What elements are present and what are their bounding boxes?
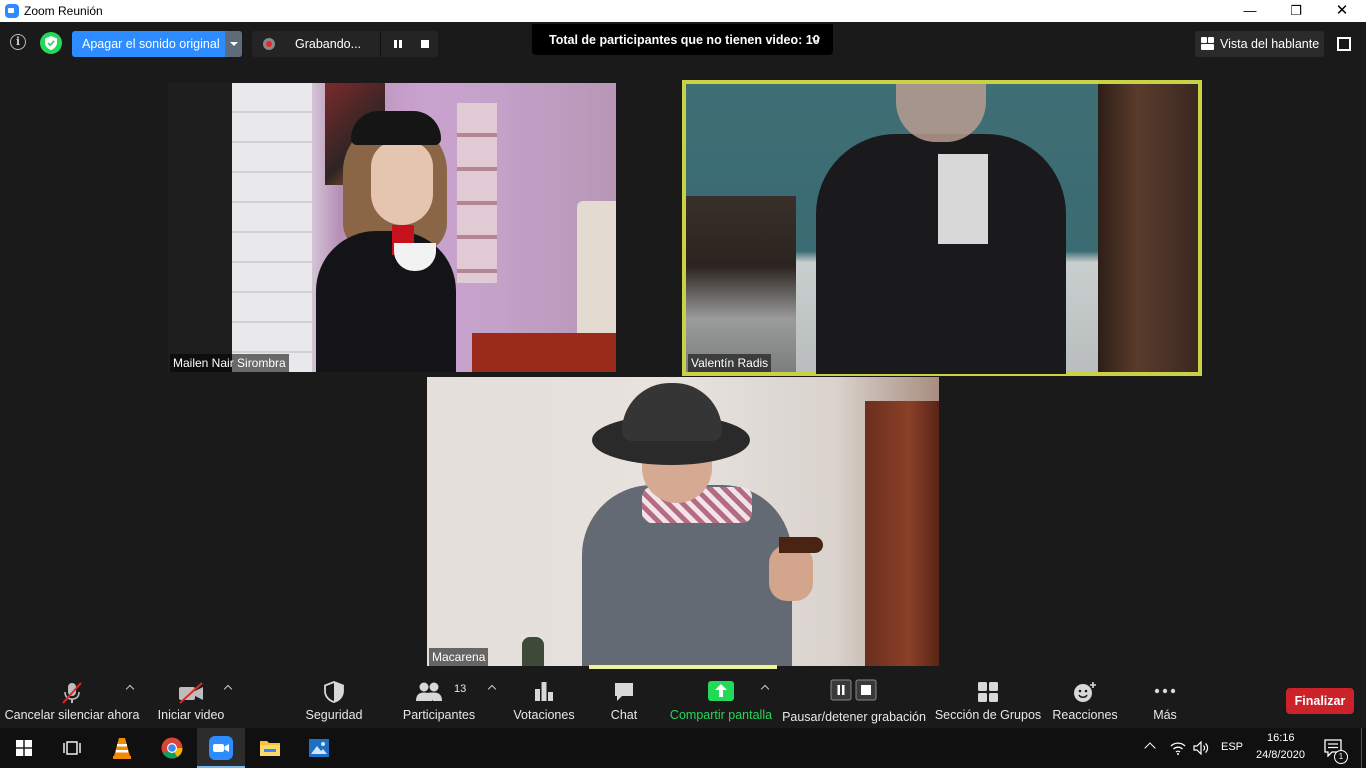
speaker-view-label: Vista del hablante	[1220, 37, 1320, 51]
windows-start-icon	[16, 740, 32, 756]
recording-divider	[380, 31, 381, 57]
recording-indicator: Grabando...	[252, 31, 438, 57]
participants-without-video-bar[interactable]: Total de participantes que no tienen vid…	[532, 24, 833, 55]
security-shield-icon	[324, 681, 344, 703]
speaker-view-button[interactable]: Vista del hablante	[1195, 31, 1324, 57]
breakout-rooms-icon	[978, 682, 998, 702]
video-tile-participant-1[interactable]: Mailen Nair Sirombra	[168, 83, 616, 372]
start-video-button[interactable]: Iniciar video	[150, 669, 232, 728]
pause-stop-recording-button[interactable]: Pausar/detener grabación	[782, 669, 926, 728]
share-screen-label: Compartir pantalla	[669, 708, 773, 722]
meeting-toolbar: Cancelar silenciar ahora Iniciar video S…	[0, 669, 1366, 728]
title-bar: Zoom Reunión — ❐ ✕	[0, 0, 1366, 22]
pause-recording-icon[interactable]	[394, 40, 403, 48]
chrome-taskbar-button[interactable]	[148, 728, 196, 768]
file-explorer-taskbar-button[interactable]	[246, 728, 294, 768]
wifi-icon[interactable]	[1170, 741, 1186, 755]
meeting-info-icon[interactable]: i	[10, 34, 26, 50]
participant-name-label: Macarena	[429, 648, 489, 666]
chat-label: Chat	[610, 708, 638, 722]
window-title: Zoom Reunión	[24, 4, 103, 18]
polls-button[interactable]: Votaciones	[510, 669, 578, 728]
share-screen-arrow-icon	[708, 681, 734, 701]
zoom-icon	[209, 736, 233, 760]
reactions-button[interactable]: Reacciones	[1048, 669, 1122, 728]
more-button[interactable]: Más	[1138, 669, 1192, 728]
participant-name-label: Mailen Nair Sirombra	[170, 354, 289, 372]
recording-label: Grabando...	[295, 37, 362, 51]
notifications-count-badge: 1	[1334, 750, 1348, 764]
show-hidden-icons-chevron-icon[interactable]	[1144, 742, 1156, 754]
more-dots-icon	[1154, 688, 1176, 694]
zoom-taskbar-button[interactable]	[197, 728, 245, 768]
participant-video-feed: Valentín Radis	[686, 84, 1198, 374]
pause-stop-recording-icon	[830, 679, 877, 701]
start-video-label: Iniciar video	[157, 708, 225, 722]
close-button[interactable]: ✕	[1319, 0, 1365, 22]
original-sound-button[interactable]: Apagar el sonido original	[72, 31, 242, 57]
participant-name-label: Valentín Radis	[688, 354, 772, 372]
input-language-indicator[interactable]: ESP	[1221, 741, 1243, 753]
no-video-label: Total de participantes que no tienen vid…	[549, 33, 820, 47]
vlc-icon	[113, 738, 131, 759]
original-sound-dropdown-icon[interactable]	[225, 31, 242, 57]
pause-stop-recording-label: Pausar/detener grabación	[782, 710, 926, 724]
chat-button[interactable]: Chat	[598, 669, 650, 728]
participants-count: 13	[454, 683, 467, 695]
participants-button[interactable]: 13 Participantes	[398, 669, 480, 728]
end-meeting-button[interactable]: Finalizar	[1286, 688, 1354, 714]
breakout-rooms-label: Sección de Grupos	[934, 708, 1042, 722]
chrome-icon	[161, 737, 183, 759]
polls-label: Votaciones	[513, 708, 575, 722]
clock-time[interactable]: 16:16	[1267, 732, 1295, 744]
unmute-button[interactable]: Cancelar silenciar ahora	[4, 669, 140, 728]
task-view-button[interactable]	[48, 728, 96, 768]
unmute-label: Cancelar silenciar ahora	[4, 708, 140, 722]
participants-icon	[416, 682, 442, 701]
polls-bar-chart-icon	[535, 682, 553, 701]
share-screen-button[interactable]: Compartir pantalla	[668, 669, 774, 728]
original-sound-label: Apagar el sonido original	[82, 37, 220, 51]
more-label: Más	[1153, 708, 1177, 722]
show-desktop-button[interactable]	[1361, 728, 1362, 768]
task-view-icon	[63, 741, 81, 755]
reactions-label: Reacciones	[1052, 708, 1118, 722]
photos-icon	[309, 739, 329, 757]
participants-options-caret-icon[interactable]	[487, 684, 497, 694]
stop-recording-icon[interactable]	[421, 40, 429, 48]
security-label: Seguridad	[305, 708, 363, 722]
clock-date[interactable]: 24/8/2020	[1256, 749, 1305, 761]
windows-taskbar: ESP 16:16 24/8/2020 1	[0, 728, 1366, 768]
video-tile-active-speaker[interactable]: Valentín Radis	[682, 80, 1202, 376]
security-button[interactable]: Seguridad	[300, 669, 368, 728]
participant-video-feed	[232, 83, 616, 372]
photos-taskbar-button[interactable]	[295, 728, 343, 768]
gallery-grid-icon	[1201, 37, 1215, 51]
chat-bubble-icon	[615, 683, 633, 701]
breakout-rooms-button[interactable]: Sección de Grupos	[934, 669, 1042, 728]
minimize-button[interactable]: —	[1227, 0, 1273, 22]
maximize-button[interactable]: ❐	[1273, 0, 1319, 22]
participants-label: Participantes	[402, 708, 476, 722]
reactions-smiley-icon	[1074, 682, 1096, 702]
video-tile-participant-3[interactable]: Macarena	[427, 377, 939, 666]
participant-video-feed	[427, 377, 939, 666]
volume-icon[interactable]	[1193, 741, 1209, 755]
recording-dot-icon	[263, 38, 275, 50]
file-explorer-icon	[260, 741, 280, 756]
fullscreen-icon[interactable]	[1337, 37, 1351, 51]
windows-start-button[interactable]	[0, 728, 48, 768]
zoom-app-icon	[5, 4, 19, 18]
microphone-muted-icon	[62, 682, 82, 704]
video-camera-off-icon	[179, 682, 203, 704]
vlc-taskbar-button[interactable]	[98, 728, 146, 768]
encryption-shield-icon[interactable]	[40, 32, 62, 54]
